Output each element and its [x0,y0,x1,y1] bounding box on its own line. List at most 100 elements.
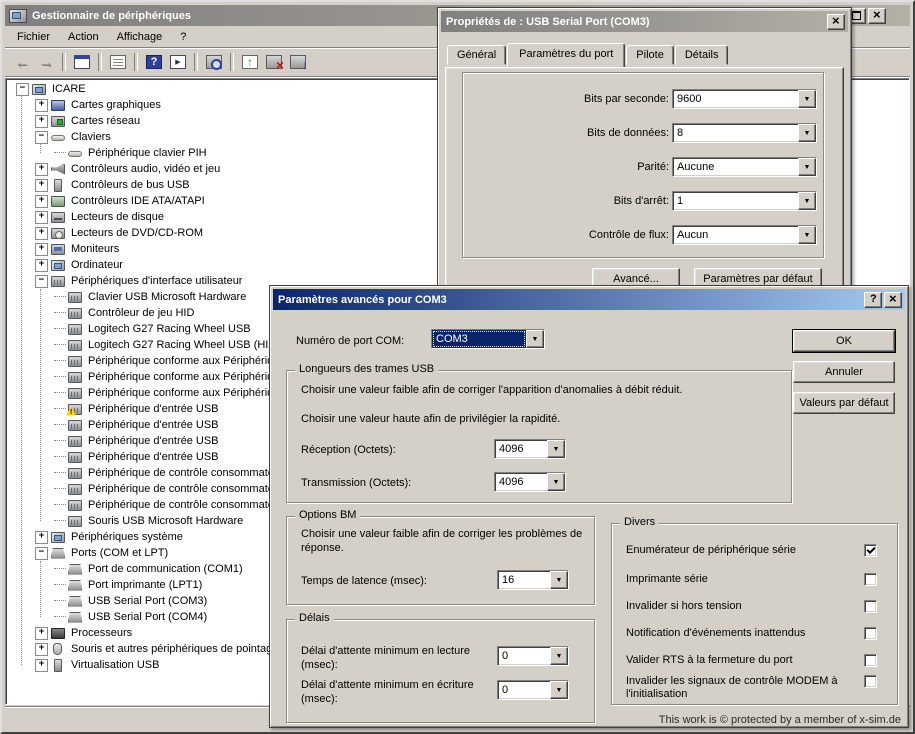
checkbox-enumerateur-de-peripherique-serie[interactable] [864,544,877,557]
cancel-button[interactable]: Annuler [793,361,895,383]
tree-expander[interactable]: − [35,275,48,288]
dropdown-button[interactable]: ▼ [798,226,816,244]
combobox-bits-par-seconde[interactable]: 9600▼ [672,89,817,109]
toolbar-separator [134,53,138,71]
combobox-bits-de-donnees[interactable]: 8▼ [672,123,817,143]
menu-fichier[interactable]: Fichier [8,28,59,46]
com-port-combobox[interactable]: COM3 ▼ [431,329,545,349]
tab-parametres-du-port[interactable]: Paramètres du port [507,43,625,67]
hid-icon [68,324,82,335]
checkbox-notification-d-evenements-inattendus[interactable] [864,627,877,640]
checkbox-label: Invalider si hors tension [626,600,864,613]
checkbox-valider-rts-a-la-fermeture-du-port[interactable] [864,654,877,667]
tree-expander[interactable]: + [35,179,48,192]
close-button[interactable] [827,14,845,30]
tree-connector [54,584,66,586]
tab-details[interactable]: Détails [675,45,729,65]
menu-affichage[interactable]: Affichage [108,28,172,46]
tree-connector [54,424,66,426]
properties-title: Propriétés de : USB Serial Port (COM3) [441,16,650,28]
tab-panel: Bits par seconde:9600▼Bits de données:8▼… [445,67,844,301]
scan-button[interactable] [202,51,226,74]
system-icon [51,532,65,543]
menu-action[interactable]: Action [59,28,108,46]
tree-expander[interactable]: − [35,131,48,144]
dropdown-button[interactable]: ▼ [526,330,544,348]
defaults-button[interactable]: Valeurs par défaut [793,392,895,414]
tree-expander[interactable]: + [35,195,48,208]
tree-expander[interactable]: + [35,99,48,112]
tree-expander[interactable]: + [35,115,48,128]
properties-caption-buttons [825,14,845,30]
combobox-controle-de-flux[interactable]: Aucun▼ [672,225,817,245]
dropdown-button[interactable]: ▼ [798,192,816,210]
properties-button[interactable] [106,51,130,74]
hid-icon [68,372,82,383]
tree-expander[interactable]: − [35,547,48,560]
tree-expander[interactable]: + [35,243,48,256]
tx-combobox[interactable]: 4096 ▼ [494,472,566,492]
properties-titlebar: Propriétés de : USB Serial Port (COM3) [441,11,848,32]
read-delay-combobox[interactable]: 0 ▼ [497,646,569,666]
tab-general[interactable]: Général [447,45,506,65]
tree-connector [54,296,66,298]
forward-button[interactable] [34,51,58,74]
tree-expander[interactable]: − [16,83,29,96]
show-window-button[interactable] [166,51,190,74]
write-delay-value: 0 [498,681,550,699]
audio-icon [51,164,65,175]
tree-expander[interactable]: + [35,227,48,240]
checkbox-imprimante-serie[interactable] [864,573,877,586]
ok-button[interactable]: OK [793,330,895,352]
dropdown-button[interactable]: ▼ [547,440,565,458]
help-button[interactable] [142,51,166,74]
tree-item-label: Ports (COM et LPT) [69,547,170,559]
toolbar-separator [62,53,66,71]
dropdown-button[interactable]: ▼ [550,681,568,699]
dropdown-button[interactable]: ▼ [798,124,816,142]
close-button[interactable] [868,8,886,24]
write-delay-combobox[interactable]: 0 ▼ [497,680,569,700]
tree-item-label: USB Serial Port (COM3) [86,595,209,607]
console-window-button[interactable] [70,51,94,74]
dropdown-button[interactable]: ▼ [547,473,565,491]
read-delay-label: Délai d'attente minimum en lecture (msec… [301,644,501,672]
back-button[interactable] [10,51,34,74]
tree-item-label: Périphérique conforme aux Périphériq [86,387,275,399]
close-button[interactable] [884,292,902,308]
tree-expander[interactable]: + [35,211,48,224]
tree-expander[interactable]: + [35,627,48,640]
tree-expander[interactable]: + [35,163,48,176]
dropdown-button[interactable]: ▼ [550,647,568,665]
menu-[interactable]: ? [171,28,195,46]
hid-icon [68,500,82,511]
dropdown-button[interactable]: ▼ [798,158,816,176]
tree-item-label: Lecteurs de disque [69,211,166,223]
uninstall-button[interactable] [262,51,286,74]
combobox-parite[interactable]: Aucune▼ [672,157,817,177]
checkbox-invalider-si-hors-tension[interactable] [864,600,877,613]
tab-pilote[interactable]: Pilote [626,45,674,65]
help-button[interactable] [864,292,882,308]
tree-expander[interactable]: + [35,531,48,544]
scan-changes-button[interactable] [286,51,310,74]
bm-options-groupbox: Options BM Choisir une valeur faible afi… [286,516,595,605]
field-row-bits-d-arret: Bits d'arrêt:1▼ [469,191,845,211]
latency-value: 16 [498,571,550,589]
tree-expander[interactable]: + [35,643,48,656]
combobox-bits-d-arret[interactable]: 1▼ [672,191,817,211]
update-driver-button[interactable] [238,51,262,74]
hid-icon [68,452,82,463]
tree-item-label: Claviers [69,131,113,143]
rx-combobox[interactable]: 4096 ▼ [494,439,566,459]
checkbox-invalider-les-signaux-de-controle-modem-a-l-initialisation[interactable] [864,675,877,688]
tree-connector [54,616,66,618]
advanced-caption-buttons [862,292,902,308]
dropdown-button[interactable]: ▼ [550,571,568,589]
keyboard-icon [51,135,65,141]
tree-expander[interactable]: + [35,659,48,672]
latency-combobox[interactable]: 16 ▼ [497,570,569,590]
tree-expander[interactable]: + [35,259,48,272]
checkbox-label: Notification d'événements inattendus [626,627,864,640]
dropdown-button[interactable]: ▼ [798,90,816,108]
